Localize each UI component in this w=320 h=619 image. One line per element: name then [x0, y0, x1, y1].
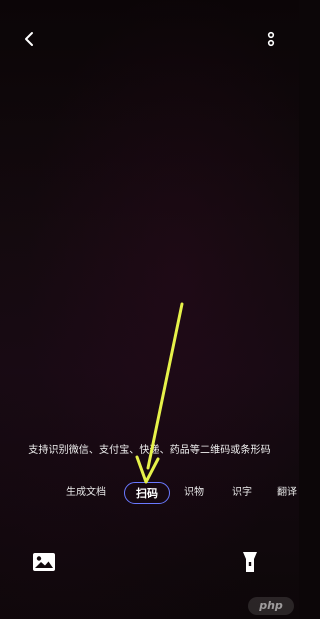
site-watermark: php	[248, 597, 294, 615]
chevron-left-icon	[25, 32, 33, 46]
mode-translate[interactable]: 翻译	[277, 482, 297, 504]
flashlight-icon	[243, 552, 257, 572]
back-button[interactable]	[16, 26, 42, 52]
mode-selector: 生成文档 扫码 识物 识字 翻译	[0, 482, 299, 506]
mode-generate-document[interactable]: 生成文档	[66, 482, 106, 504]
scan-hint-text: 支持识别微信、支付宝、快递、药品等二维码或条形码	[28, 445, 271, 456]
camera-viewfinder	[0, 0, 299, 619]
mode-scan-code[interactable]: 扫码	[124, 482, 170, 504]
more-options-button[interactable]	[258, 26, 284, 52]
gallery-button[interactable]	[31, 550, 57, 574]
scanner-screen: 支持识别微信、支付宝、快递、药品等二维码或条形码 生成文档 扫码 识物 识字 翻…	[0, 0, 299, 619]
vertical-dots-icon	[267, 31, 275, 47]
image-gallery-icon	[33, 553, 55, 571]
mode-identify-object[interactable]: 识物	[184, 482, 204, 504]
flashlight-button[interactable]	[239, 549, 261, 575]
mode-identify-text[interactable]: 识字	[232, 482, 252, 504]
